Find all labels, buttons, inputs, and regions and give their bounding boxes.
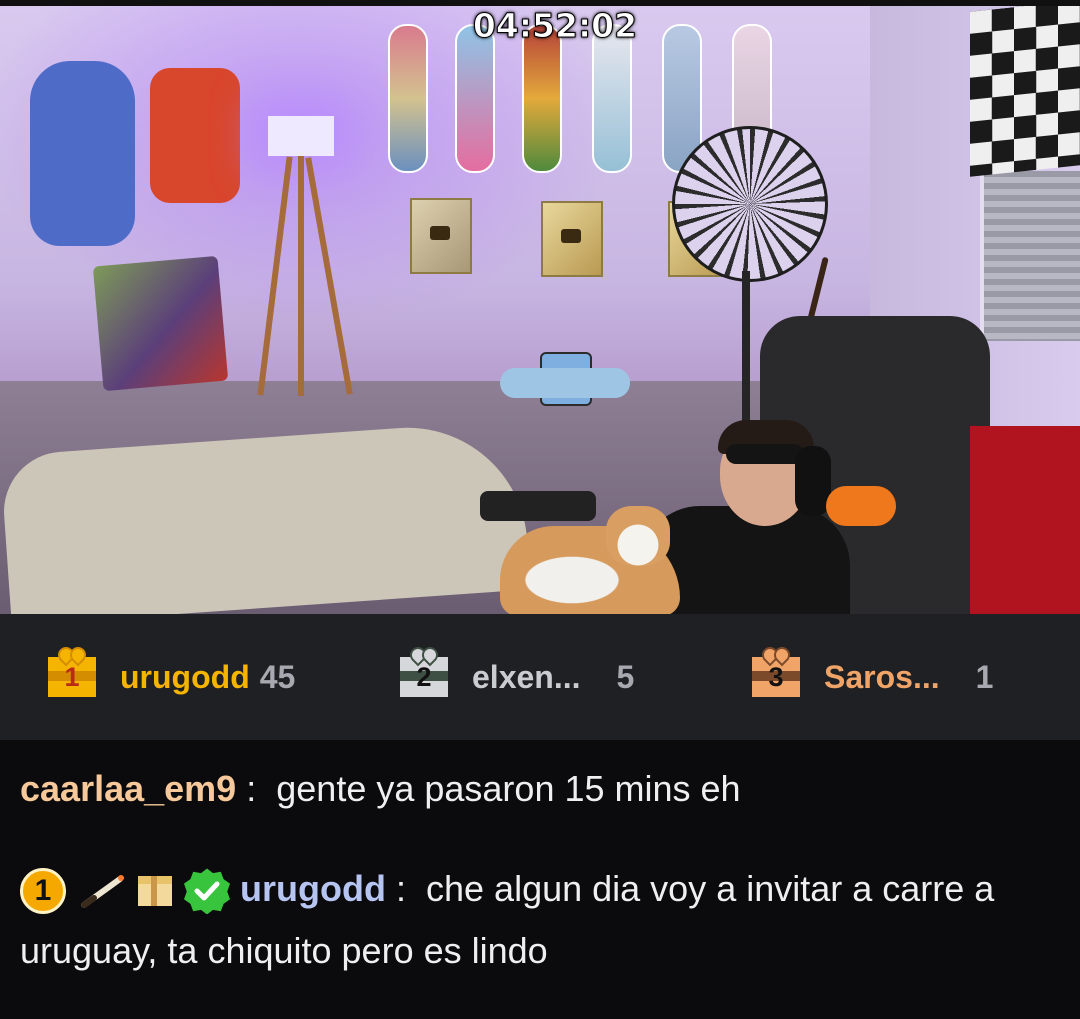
gift-badge-icon: [138, 876, 172, 907]
stream-video[interactable]: [0, 6, 1080, 614]
cat-head: [606, 506, 670, 566]
wall-art-blue-cat: [30, 61, 135, 246]
skateboard-deck: [522, 24, 562, 173]
skateboard-deck: [455, 24, 495, 173]
standing-fan: [672, 126, 828, 282]
chat-separator: :: [395, 868, 406, 909]
floor-lamp-leg: [305, 157, 353, 395]
floor-skateboard: [500, 368, 630, 398]
leaderboard-entry-2[interactable]: 2 elxen... 5: [400, 614, 634, 740]
chat-message: 1 urugodd : che algun dia voy a invitar …: [20, 858, 1060, 982]
chat-text: gente ya pasaron 15 mins eh: [276, 768, 741, 809]
chat-message: caarlaa_em9 : gente ya pasaron 15 mins e…: [20, 758, 1060, 820]
chat-panel[interactable]: caarlaa_em9 : gente ya pasaron 15 mins e…: [0, 740, 1080, 1019]
chat-username[interactable]: caarlaa_em9: [20, 768, 236, 809]
wall-art-character: [150, 68, 240, 203]
floor-lamp-leg: [257, 156, 293, 396]
stream-timer: 04:52:02: [472, 6, 638, 46]
gift-leaderboard: 1 urugodd 45 2 elxen... 5 3 Saros... 1: [0, 614, 1080, 740]
leaderboard-name: Saros...: [824, 658, 940, 695]
chair-armrest: [480, 491, 596, 521]
skateboard-deck: [388, 24, 428, 173]
leaderboard-count: 1: [975, 658, 994, 695]
chat-separator: :: [246, 768, 257, 809]
joint-badge-icon: [81, 875, 124, 909]
floor-lamp-shade: [268, 116, 334, 156]
fan-pole: [742, 271, 750, 431]
youtube-plaque: [541, 201, 603, 277]
floor-lamp-leg: [298, 156, 304, 396]
wall-art-painting: [92, 255, 229, 392]
gift-rank-1-icon: 1: [48, 643, 96, 697]
sunglasses: [726, 444, 804, 464]
youtube-plaque: [410, 198, 472, 274]
microphone: [826, 486, 896, 526]
leaderboard-name: elxen...: [472, 658, 581, 695]
leaderboard-entry-3[interactable]: 3 Saros... 1: [752, 614, 993, 740]
verified-check-icon: [184, 868, 230, 915]
skateboard-deck: [592, 24, 632, 173]
red-flag: [970, 426, 1080, 614]
rank-one-badge-icon: 1: [20, 868, 66, 915]
window-blinds: [980, 171, 1080, 341]
gift-rank-2-icon: 2: [400, 643, 448, 697]
leaderboard-entry-1[interactable]: 1 urugodd 45: [48, 614, 295, 740]
leaderboard-count: 45: [259, 658, 296, 695]
leaderboard-count: 5: [616, 658, 635, 695]
chat-username[interactable]: urugodd: [240, 868, 386, 909]
leaderboard-name: urugodd: [120, 658, 250, 695]
gift-rank-3-icon: 3: [752, 643, 800, 697]
